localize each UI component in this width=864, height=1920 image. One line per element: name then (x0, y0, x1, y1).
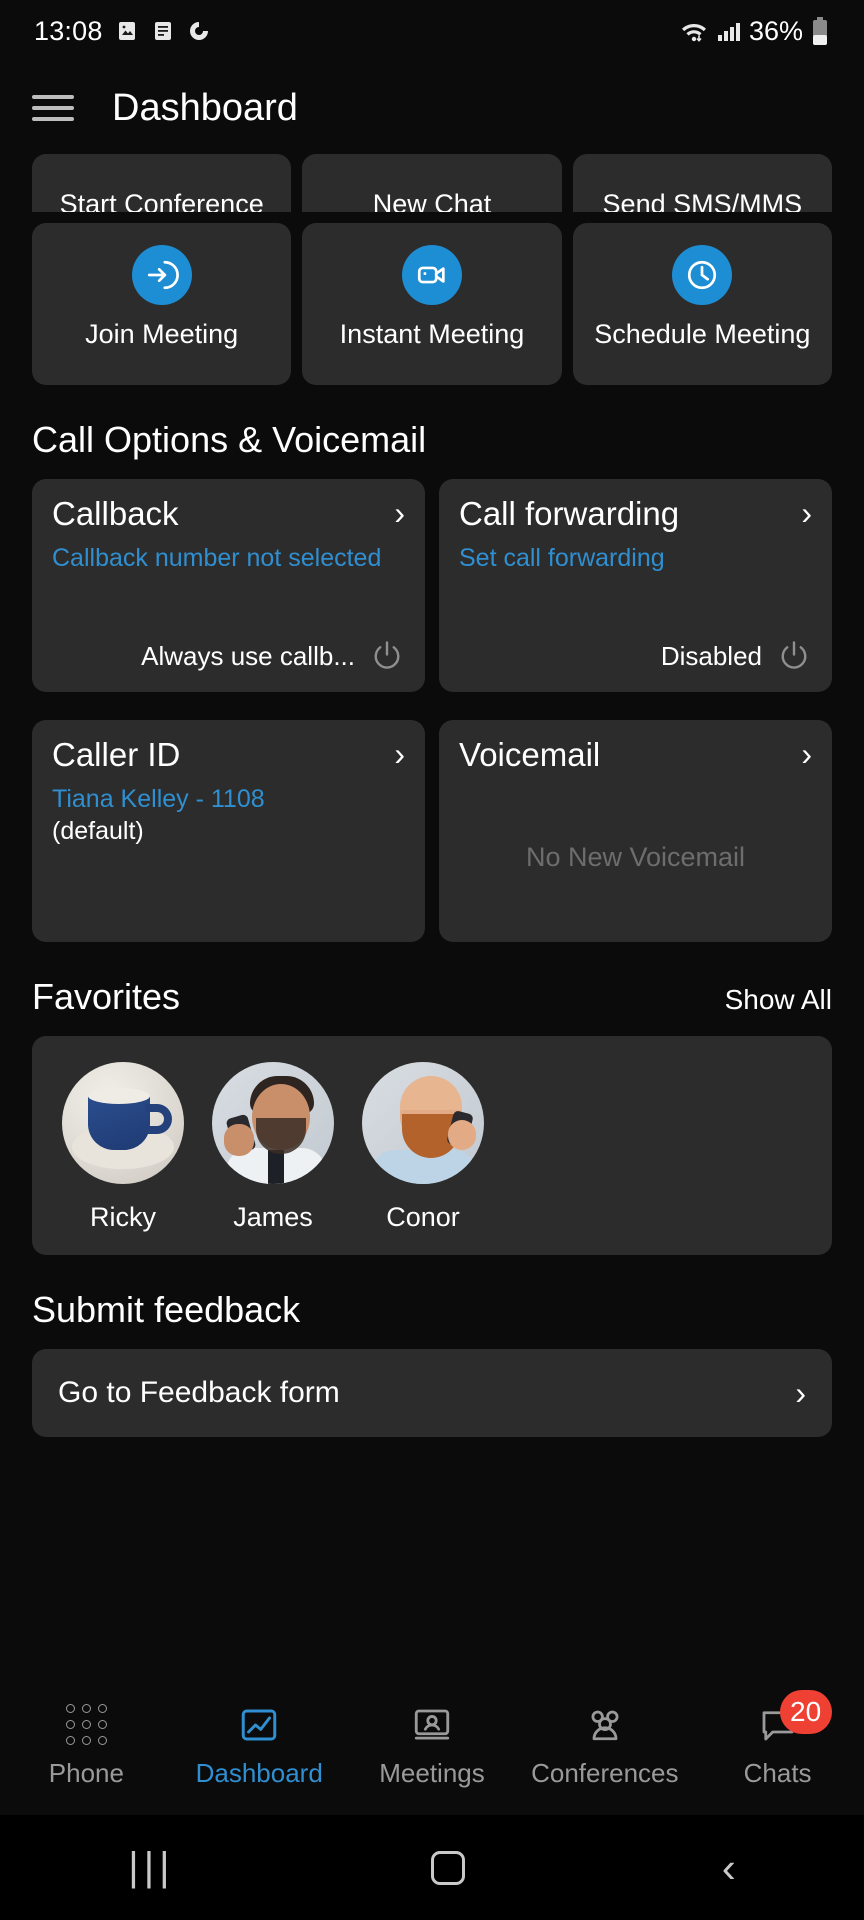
speech-bubble-icon: 20 (752, 1689, 832, 1748)
quick-action-instant-meeting[interactable]: Instant Meeting (302, 223, 562, 385)
chart-icon (233, 1702, 285, 1748)
page-title: Dashboard (112, 86, 298, 129)
callback-title: Callback (52, 495, 179, 532)
nav-item-chats[interactable]: 20 Chats (691, 1689, 864, 1789)
quick-actions-row-1: Start Conference New Chat Send SMS/MMS (0, 154, 864, 212)
favorite-item-james[interactable]: James (212, 1062, 334, 1233)
chevron-right-icon: › (394, 736, 405, 772)
voicemail-card[interactable]: Voicemail › No New Voicemail (439, 720, 832, 942)
quick-action-label: Instant Meeting (339, 319, 525, 349)
nav-label: Chats (743, 1757, 812, 1788)
favorite-name: Ricky (90, 1202, 156, 1232)
quick-actions-row-2: Join Meeting Instant Meeting Schedule Me… (0, 223, 864, 385)
voicemail-empty-state: No New Voicemail (459, 773, 812, 942)
video-camera-icon (401, 245, 462, 305)
presentation-icon (406, 1702, 458, 1748)
chats-unread-badge: 20 (779, 1689, 832, 1734)
call-options-section-title: Call Options & Voicemail (32, 419, 427, 460)
nav-label: Dashboard (195, 1757, 323, 1788)
favorites-section-title: Favorites (32, 976, 181, 1017)
quick-action-start-conference[interactable]: Start Conference (32, 154, 292, 212)
back-chevron-icon[interactable]: ‹ (722, 1844, 736, 1892)
caller-id-default-label: (default) (52, 816, 144, 845)
call-forwarding-toggle-label: Disabled (660, 640, 762, 671)
callback-toggle-label: Always use callb... (141, 640, 355, 671)
app-bar: Dashboard (0, 62, 864, 154)
man-on-phone-photo (212, 1062, 334, 1184)
favorite-name: James (233, 1202, 313, 1232)
nav-item-phone[interactable]: Phone (0, 1702, 173, 1789)
favorites-show-all-link[interactable]: Show All (725, 984, 832, 1016)
power-icon[interactable] (776, 638, 812, 674)
favorite-item-ricky[interactable]: Ricky (62, 1062, 184, 1233)
call-options-grid: Callback › Callback number not selected … (0, 479, 864, 942)
call-forwarding-card[interactable]: Call forwarding › Set call forwarding Di… (439, 479, 832, 692)
people-group-icon (579, 1702, 631, 1748)
quick-action-new-chat[interactable]: New Chat (302, 154, 562, 212)
clock-icon (672, 245, 733, 305)
favorites-card: Ricky James Conor (32, 1036, 832, 1255)
cellular-signal-icon (716, 18, 742, 44)
status-bar-right: 36% (679, 16, 830, 47)
nav-item-conferences[interactable]: Conferences (518, 1702, 691, 1789)
quick-action-join-meeting[interactable]: Join Meeting (32, 223, 292, 385)
chevron-right-icon: › (795, 1375, 806, 1411)
favorite-name: Conor (386, 1202, 460, 1232)
feedback-link-label: Go to Feedback form (58, 1376, 340, 1409)
voicemail-empty-text: No New Voicemail (525, 841, 746, 872)
nav-label: Conferences (531, 1757, 679, 1788)
message-icon (151, 19, 175, 43)
feedback-form-link[interactable]: Go to Feedback form › (32, 1349, 832, 1437)
callback-card[interactable]: Callback › Callback number not selected … (32, 479, 425, 692)
nav-label: Meetings (379, 1757, 485, 1788)
photo-icon (115, 19, 139, 43)
nav-label: Phone (48, 1757, 124, 1788)
favorites-header: Favorites Show All (0, 942, 864, 1036)
favorite-item-conor[interactable]: Conor (362, 1062, 484, 1233)
battery-icon (810, 16, 830, 46)
status-bar: 13:08 36% (0, 0, 864, 62)
android-navigation-bar: ||| ‹ (0, 1815, 864, 1920)
coffee-mug-photo (62, 1062, 184, 1184)
quick-action-label: Start Conference (59, 188, 264, 212)
phone-screen: 13:08 36% Dashboard Start Conference New… (0, 0, 864, 1920)
arrow-into-door-icon (131, 245, 192, 305)
bearded-man-photo (362, 1062, 484, 1184)
nav-item-meetings[interactable]: Meetings (346, 1702, 519, 1789)
quick-action-send-sms-mms[interactable]: Send SMS/MMS (572, 154, 832, 212)
status-bar-left: 13:08 (34, 16, 211, 47)
chevron-right-icon: › (394, 495, 405, 531)
favorites-list: Ricky James Conor (32, 1062, 832, 1233)
wifi-icon (679, 18, 709, 44)
call-forwarding-subtitle: Set call forwarding (459, 543, 665, 572)
feedback-section-title: Submit feedback (32, 1289, 301, 1330)
caller-id-title: Caller ID (52, 736, 181, 773)
callback-subtitle: Callback number not selected (52, 543, 382, 572)
main-content: Start Conference New Chat Send SMS/MMS J… (0, 154, 864, 1675)
battery-percent: 36% (748, 15, 803, 46)
call-forwarding-title: Call forwarding (459, 495, 680, 532)
status-time: 13:08 (34, 15, 103, 46)
chevron-right-icon: › (801, 495, 812, 531)
nav-item-dashboard[interactable]: Dashboard (173, 1702, 346, 1789)
caller-id-card[interactable]: Caller ID › Tiana Kelley - 1108 (default… (32, 720, 425, 942)
power-icon[interactable] (369, 638, 405, 674)
quick-action-schedule-meeting[interactable]: Schedule Meeting (572, 223, 832, 385)
hamburger-menu-icon[interactable] (32, 95, 74, 121)
caller-id-value: Tiana Kelley - 1108 (52, 784, 265, 813)
recents-button[interactable]: ||| (128, 1845, 174, 1890)
dialpad-icon (60, 1702, 112, 1748)
voicemail-title: Voicemail (459, 736, 601, 773)
home-square-icon[interactable] (431, 1850, 466, 1885)
quick-action-label: Join Meeting (85, 319, 239, 349)
chevron-right-icon: › (801, 736, 812, 772)
quick-action-label: New Chat (372, 188, 492, 212)
bottom-navigation: Phone Dashboard Meetings Conferences 20 … (0, 1675, 864, 1815)
sync-icon (187, 19, 211, 43)
quick-action-label: Send SMS/MMS (602, 188, 803, 212)
quick-action-label: Schedule Meeting (594, 319, 811, 349)
